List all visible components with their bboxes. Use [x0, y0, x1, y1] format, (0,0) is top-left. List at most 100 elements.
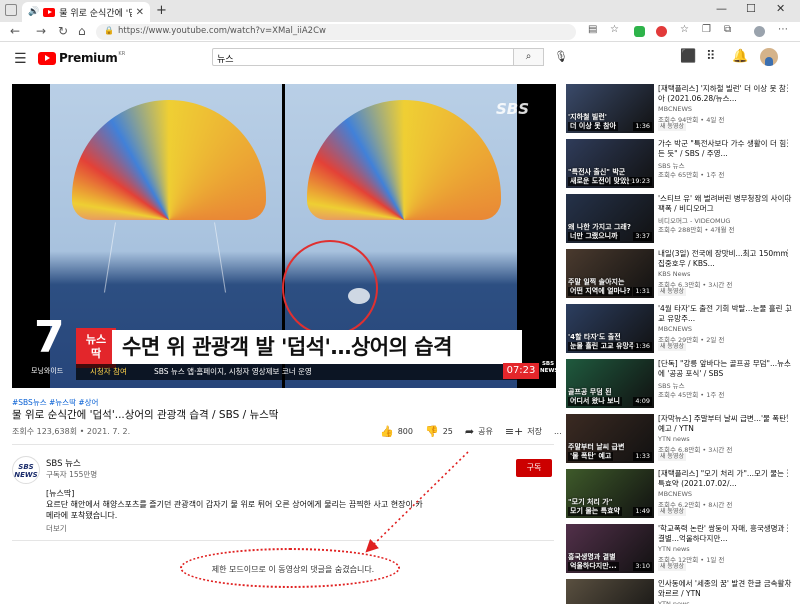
more-options-icon[interactable]: ⋮ [783, 249, 792, 259]
address-bar[interactable]: 🔒 https://www.youtube.com/watch?v=XMal_i… [96, 24, 576, 40]
reader-icon[interactable]: ▤ [588, 24, 597, 35]
recommendation-thumbnail[interactable]: 주말 일찍 솔아지는 어떤 지역에 얼마나? 1:31 [566, 249, 654, 298]
search-input[interactable]: 뉴스 [212, 48, 514, 66]
recommendation-channel[interactable]: KBS News [658, 270, 690, 278]
thumbnail-caption: 주말 일찍 솔아지는 [568, 278, 625, 286]
recommendation-thumbnail[interactable]: 골프공 무덤 된 어디서 왔나 보니 4:09 [566, 359, 654, 408]
channel-name[interactable]: SBS 뉴스 [46, 457, 81, 469]
favorite-icon[interactable]: ☆ [610, 24, 619, 35]
collections-icon[interactable]: ❐ [702, 24, 711, 35]
create-video-icon[interactable]: ⬛ [680, 49, 696, 64]
search-button[interactable]: ⌕ [514, 48, 544, 66]
minimize-icon[interactable]: — [716, 2, 727, 15]
notifications-bell-icon[interactable]: 🔔 [732, 49, 748, 64]
browser-tab[interactable]: 🔊 물 위로 순식간에 '덥석'...상 ✕ [22, 2, 150, 22]
recommendation-thumbnail[interactable]: "특전사 출신" 박군 새로운 도전이 맞았는 19:23 [566, 139, 654, 188]
comments-hidden-notice: 제한 모드이므로 이 동영상의 댓글을 숨겼습니다. [211, 565, 375, 574]
recommendation-thumbnail[interactable] [566, 579, 654, 604]
recommendation-thumbnail[interactable]: 흥국생명과 결별 억울하다지만... 3:10 [566, 524, 654, 573]
recommendation-title[interactable]: 내일(3일) 전국에 장맛비...최고 150mm 집중호우 / KBS... [658, 249, 792, 269]
thumbnail-caption-2: 억울하다지만... [568, 562, 619, 571]
extension-green-icon[interactable] [634, 26, 645, 37]
tab-title: 물 위로 순식간에 '덥석'...상 [59, 8, 131, 19]
recommendation-item[interactable]: 주말부터 날씨 급변 '물 폭탄' 예고 1:33 [자막뉴스] 주말부터 날씨… [566, 414, 792, 469]
recommendation-item[interactable]: 골프공 무덤 된 어디서 왔나 보니 4:09 [단독] "강릉 앞바다는 골프… [566, 359, 792, 414]
microphone-icon[interactable]: 🎙 [554, 50, 568, 63]
recommendation-item[interactable]: '4할 타자'도 출전 눈물 흘린 고교 유망주 1:36 '4월 타자'도 출… [566, 304, 792, 359]
recommendation-title[interactable]: [자막뉴스] 주말부터 날씨 급변...'물 폭탄' 예고 / YTN [658, 414, 792, 434]
recommendation-title[interactable]: '4월 타자'도 출전 기회 박탈...눈물 흘린 고교 유망주... [658, 304, 792, 324]
more-options-icon[interactable]: ⋮ [783, 469, 792, 479]
more-actions-button[interactable]: ... [554, 427, 562, 436]
apps-grid-icon[interactable]: ⠿ [706, 49, 716, 64]
recommendation-item[interactable]: 인사동에서 '세종의 꿈' 발견 한글 금속활자 와르르 / YTN YTN n… [566, 579, 792, 604]
more-options-icon[interactable]: ⋮ [783, 194, 792, 204]
back-icon[interactable]: ← [10, 24, 20, 38]
recommendation-title[interactable]: 인사동에서 '세종의 꿈' 발견 한글 금속활자 와르르 / YTN [658, 579, 792, 599]
search-icon: ⌕ [525, 51, 532, 62]
dislike-button[interactable]: 👎 25 [425, 425, 453, 438]
recommendation-thumbnail[interactable]: 왜 나한 가지고 그래? 너만 그랬으니까 3:37 [566, 194, 654, 243]
forward-icon[interactable]: → [36, 24, 46, 38]
parasail-left [72, 100, 266, 220]
video-player[interactable]: SBS 7 모닝와이드 뉴스 딱 수면 위 관광객 발 '덥석'…상어의 습격 … [12, 84, 556, 388]
show-more-link[interactable]: 더보기 [46, 523, 67, 534]
recommendation-channel[interactable]: YTN news [658, 435, 690, 443]
subscribe-button[interactable]: 구독 [516, 459, 552, 477]
recommendation-title[interactable]: [재택플리스] "모기 처리 가"...모기 물는 특효약 (2021.07.0… [658, 469, 792, 489]
account-avatar[interactable] [760, 48, 778, 66]
window-close-icon[interactable]: ✕ [776, 2, 785, 15]
recommendation-thumbnail[interactable]: 주말부터 날씨 급변 '물 폭탄' 예고 1:33 [566, 414, 654, 463]
recommendation-title[interactable]: 가수 박군 "특전사보다 가수 생활이 더 힘든 듯" / SBS / 주영..… [658, 139, 792, 159]
extension-block-icon[interactable] [656, 26, 667, 37]
favorites-bar-icon[interactable]: ☆ [680, 24, 689, 35]
recommendation-title[interactable]: [단독] "강릉 앞바다는 골프공 무덤"...뉴스에 '공공 포식' / SB… [658, 359, 792, 379]
channel-avatar[interactable]: SBS NEWS [12, 456, 40, 484]
recommendation-item[interactable]: 흥국생명과 결별 억울하다지만... 3:10 '학교폭력 논란' 쌍둥이 자매… [566, 524, 792, 579]
recommendation-title[interactable]: '학교폭력 논란' 쌍둥이 자매, 흥국생명과 결별...억울하다지만... [658, 524, 792, 544]
playlist-add-icon: ≡+ [504, 425, 524, 438]
browser-menu-icon[interactable]: ⋯ [778, 24, 788, 35]
share-button[interactable]: ➦ 공유 [465, 425, 493, 438]
more-options-icon[interactable]: ⋮ [783, 304, 792, 314]
recommendation-channel[interactable]: MBCNEWS [658, 105, 692, 113]
recommendation-channel[interactable]: MBCNEWS [658, 490, 692, 498]
more-options-icon[interactable]: ⋮ [783, 84, 792, 94]
more-options-icon[interactable]: ⋮ [783, 579, 792, 589]
tab-actions-icon[interactable] [5, 4, 17, 16]
recommendation-item[interactable]: "모기 처리 가" 모기 물는 특효약 1:49 [재택플리스] "모기 처리 … [566, 469, 792, 524]
new-tab-icon[interactable]: + [156, 3, 167, 18]
divider [12, 444, 554, 445]
menu-icon[interactable]: ☰ [14, 51, 27, 67]
recommendation-item[interactable]: 왜 나한 가지고 그래? 너만 그랬으니까 3:37 '스티브 유' 왜 벌려버… [566, 194, 792, 249]
tab-close-icon[interactable]: ✕ [136, 7, 144, 18]
reload-icon[interactable]: ↻ [58, 24, 68, 38]
profile-icon[interactable] [754, 26, 765, 37]
extensions-icon[interactable]: ⧉ [724, 24, 731, 35]
recommendation-thumbnail[interactable]: "모기 처리 가" 모기 물는 특효약 1:49 [566, 469, 654, 518]
recommendation-item[interactable]: 주말 일찍 솔아지는 어떤 지역에 얼마나? 1:31 내일(3일) 전국에 장… [566, 249, 792, 304]
recommendation-item[interactable]: "특전사 출신" 박군 새로운 도전이 맞았는 19:23 가수 박군 "특전사… [566, 139, 792, 194]
recommendation-thumbnail[interactable]: '4할 타자'도 출전 눈물 흘린 고교 유망주 1:36 [566, 304, 654, 353]
thumbnail-caption-2: 어디서 왔나 보니 [568, 397, 622, 406]
news-badge: 뉴스 딱 [76, 328, 116, 368]
recommendation-title[interactable]: [재택플리스] '지하철 빌런' 더 이상 못 참아 (2021.06.28/뉴… [658, 84, 792, 104]
recommendation-channel[interactable]: YTN news [658, 545, 690, 553]
more-options-icon[interactable]: ⋮ [783, 414, 792, 424]
recommendation-channel[interactable]: MBCNEWS [658, 325, 692, 333]
recommendation-item[interactable]: '지하철 빌런' 더 이상 못 참아 1:36 [재택플리스] '지하철 빌런'… [566, 84, 792, 139]
more-options-icon[interactable]: ⋮ [783, 139, 792, 149]
thumbnail-caption: '4할 타자'도 출전 [568, 333, 621, 341]
maximize-icon[interactable]: ☐ [746, 2, 756, 15]
like-button[interactable]: 👍 800 [380, 425, 413, 438]
home-icon[interactable]: ⌂ [78, 24, 86, 38]
recommendation-title[interactable]: '스티브 유' 왜 벌려버린 병무청장의 사이다 팩폭 / 비디오머그 [658, 194, 792, 214]
recommendation-thumbnail[interactable]: '지하철 빌런' 더 이상 못 참아 1:36 [566, 84, 654, 133]
thumbnail-caption: "특전사 출신" 박군 [568, 168, 626, 176]
youtube-logo[interactable]: Premium KR [38, 51, 125, 65]
more-options-icon[interactable]: ⋮ [783, 359, 792, 369]
more-options-icon[interactable]: ⋮ [783, 524, 792, 534]
save-button[interactable]: ≡+ 저장 [505, 425, 542, 438]
speaker-icon[interactable]: 🔊 [28, 7, 39, 17]
recommendation-channel[interactable]: YTN news [658, 600, 690, 604]
